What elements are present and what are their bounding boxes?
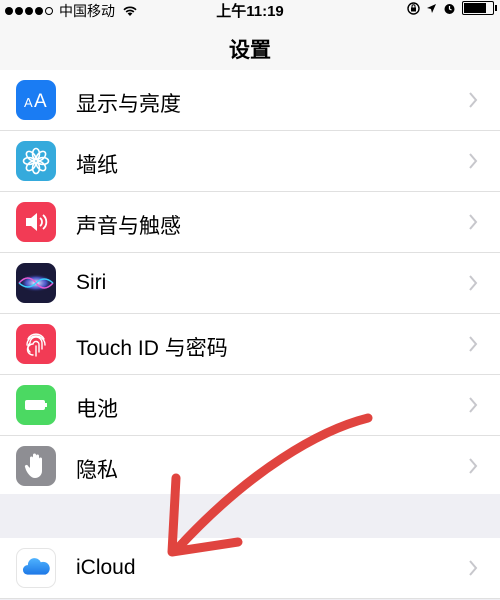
- settings-row-touch-id[interactable]: Touch ID 与密码: [0, 314, 500, 375]
- chevron-right-icon: [469, 214, 478, 230]
- row-label: Siri: [76, 271, 107, 294]
- chevron-right-icon: [469, 336, 478, 352]
- settings-row-wallpaper[interactable]: 墙纸: [0, 131, 500, 192]
- chevron-right-icon: [469, 92, 478, 108]
- chevron-right-icon: [469, 275, 478, 291]
- svg-text:A: A: [34, 91, 47, 112]
- row-label: Touch ID 与密码: [76, 337, 228, 360]
- row-label: 隐私: [76, 459, 118, 482]
- settings-row-sounds[interactable]: 声音与触感: [0, 192, 500, 253]
- row-label: 电池: [76, 398, 118, 421]
- chevron-right-icon: [469, 560, 478, 576]
- status-right: [407, 1, 497, 15]
- section-gap: [0, 494, 500, 538]
- chevron-right-icon: [469, 397, 478, 413]
- row-label: 声音与触感: [76, 215, 181, 238]
- settings-group: A A 显示与亮度 墙纸 声音与触感 Siri Touch ID 与密码 电池 …: [0, 70, 500, 497]
- privacy-hand-icon: [16, 446, 56, 486]
- chevron-right-icon: [469, 458, 478, 474]
- wallpaper-flower-icon: [16, 141, 56, 181]
- settings-row-privacy[interactable]: 隐私: [0, 436, 500, 497]
- page-title: 设置: [229, 39, 271, 62]
- row-label: iCloud: [76, 556, 136, 579]
- chevron-right-icon: [469, 153, 478, 169]
- battery-setting-icon: [16, 385, 56, 425]
- settings-row-icloud[interactable]: iCloud: [0, 538, 500, 599]
- battery-icon: [462, 1, 497, 15]
- icloud-group: iCloud: [0, 538, 500, 599]
- settings-row-siri[interactable]: Siri: [0, 253, 500, 314]
- display-brightness-icon: A A: [16, 80, 56, 120]
- settings-row-display[interactable]: A A 显示与亮度: [0, 70, 500, 131]
- sound-speaker-icon: [16, 202, 56, 242]
- svg-text:A: A: [24, 95, 33, 110]
- settings-row-battery[interactable]: 电池: [0, 375, 500, 436]
- status-bar: 中国移动 上午11:19: [0, 0, 500, 20]
- alarm-icon: [444, 3, 455, 14]
- row-label: 显示与亮度: [76, 93, 181, 116]
- fingerprint-icon: [16, 324, 56, 364]
- rotation-lock-icon: [407, 1, 420, 15]
- icloud-icon: [16, 548, 56, 588]
- location-arrow-icon: [427, 3, 436, 13]
- siri-icon: [16, 263, 56, 303]
- battery-fill: [464, 3, 486, 13]
- row-label: 墙纸: [76, 154, 118, 177]
